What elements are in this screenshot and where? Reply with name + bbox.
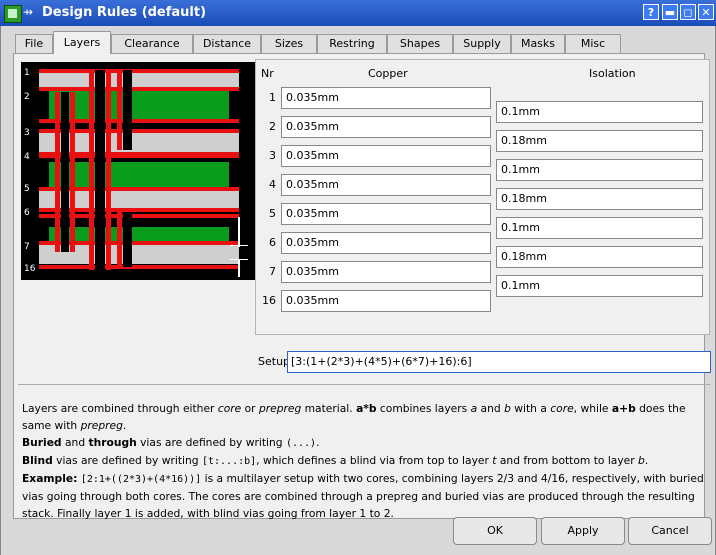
layer-number: 7: [269, 265, 276, 278]
layer-number: 2: [269, 120, 276, 133]
via-hole: [123, 70, 132, 150]
copper-thickness-input[interactable]: 0.035mm: [281, 116, 491, 138]
stack-layer-bar: [39, 245, 239, 264]
layers-panel: 1 2 3 4 5 6 7 16 Nr Copper Isolation 1 0.035mm 2 0…: [13, 53, 711, 520]
nr-header: Nr: [261, 67, 274, 80]
layer-label: 4: [24, 152, 30, 162]
via-hole: [95, 70, 105, 270]
desc-paragraph-1: Layers are combined through either core …: [22, 402, 686, 432]
layer-label: 2: [24, 92, 30, 102]
help-button[interactable]: ?: [643, 4, 659, 20]
copper-line: [39, 265, 239, 269]
layer-number: 5: [269, 207, 276, 220]
desc-paragraph-4: Example: [2:1+((2*3)+(4*16))] is a multi…: [22, 472, 704, 520]
tab-layers[interactable]: Layers: [53, 31, 111, 54]
layer-label: 3: [24, 128, 30, 138]
tab-shapes[interactable]: Shapes: [387, 34, 453, 53]
copper-thickness-input[interactable]: 0.035mm: [281, 290, 491, 312]
tab-supply[interactable]: Supply: [453, 34, 511, 53]
copper-line: [39, 69, 239, 73]
apply-button[interactable]: Apply: [541, 517, 625, 545]
copper-line: [39, 214, 239, 218]
copper-line: [39, 129, 239, 133]
desc-paragraph-3: Blind vias are defined by writing [t:...…: [22, 454, 649, 467]
layer-number: 16: [262, 294, 276, 307]
layer-number: 6: [269, 236, 276, 249]
core-block: [49, 89, 229, 122]
layer-label: 16: [24, 264, 36, 274]
separator: [18, 384, 710, 385]
tab-masks[interactable]: Masks: [511, 34, 565, 53]
maximize-button[interactable]: ◻: [680, 4, 696, 20]
cancel-button[interactable]: Cancel: [628, 517, 712, 545]
desc-paragraph-2: Buried and through vias are defined by w…: [22, 436, 320, 449]
copper-header: Copper: [368, 67, 408, 80]
via-wall: [89, 70, 94, 270]
minimize-button[interactable]: ▬: [662, 4, 678, 20]
copper-line: [39, 154, 239, 158]
tab-sizes[interactable]: Sizes: [261, 34, 317, 53]
via-wall: [106, 70, 111, 270]
close-button[interactable]: ✕: [698, 4, 714, 20]
dimension-line: [238, 217, 240, 247]
copper-thickness-input[interactable]: 0.035mm: [281, 145, 491, 167]
dimension-line: [230, 245, 248, 246]
copper-line: [39, 187, 239, 191]
title-bar[interactable]: ⇸ Design Rules (default) ? ▬ ◻ ✕: [0, 0, 716, 26]
description-text: Layers are combined through either core …: [22, 400, 712, 522]
app-icon: [4, 5, 22, 23]
dimension-line: [230, 259, 248, 260]
via-hole: [61, 92, 69, 252]
layer-label: 5: [24, 184, 30, 194]
isolation-thickness-input[interactable]: 0.1mm: [496, 101, 703, 123]
tab-restring[interactable]: Restring: [317, 34, 387, 53]
isolation-thickness-input[interactable]: 0.18mm: [496, 246, 703, 268]
setup-label: Setup: [258, 355, 291, 368]
layer-number: 1: [269, 91, 276, 104]
copper-thickness-input[interactable]: 0.035mm: [281, 261, 491, 283]
copper-line: [39, 241, 239, 245]
via-wall: [117, 212, 122, 267]
layer-stack-preview: 1 2 3 4 5 6 7 16: [21, 62, 256, 280]
setup-input[interactable]: [3:(1+(2*3)+(4*5)+(6*7)+16):6]: [287, 351, 711, 373]
ok-button[interactable]: OK: [453, 517, 537, 545]
isolation-thickness-input[interactable]: 0.1mm: [496, 217, 703, 239]
copper-thickness-input[interactable]: 0.035mm: [281, 87, 491, 109]
copper-line: [39, 87, 239, 91]
tab-misc[interactable]: Misc: [565, 34, 621, 53]
tab-distance[interactable]: Distance: [193, 34, 261, 53]
via-wall: [70, 92, 75, 252]
layer-label: 1: [24, 68, 30, 78]
copper-line: [39, 208, 239, 212]
stack-layer-bar: [39, 133, 239, 153]
copper-thickness-input[interactable]: 0.035mm: [281, 174, 491, 196]
via-wall: [55, 92, 60, 252]
isolation-thickness-input[interactable]: 0.1mm: [496, 159, 703, 181]
copper-thickness-input[interactable]: 0.035mm: [281, 203, 491, 225]
layer-number: 3: [269, 149, 276, 162]
dimension-line: [238, 259, 240, 277]
pin-icon[interactable]: ⇸: [23, 5, 33, 19]
isolation-thickness-input[interactable]: 0.18mm: [496, 188, 703, 210]
copper-thickness-input[interactable]: 0.035mm: [281, 232, 491, 254]
layer-grid: Nr Copper Isolation 1 0.035mm 2 0.035mm 3 0.0…: [255, 59, 710, 335]
tab-file[interactable]: File: [15, 34, 53, 53]
isolation-thickness-input[interactable]: 0.18mm: [496, 130, 703, 152]
layer-label: 6: [24, 208, 30, 218]
dialog-body: File Layers Clearance Distance Sizes Restring…: [0, 26, 716, 555]
via-hole: [123, 212, 132, 267]
stack-layer-bar: [39, 190, 239, 209]
isolation-header: Isolation: [589, 67, 636, 80]
copper-line: [39, 119, 239, 123]
via-wall: [117, 70, 122, 150]
window-title: Design Rules (default): [42, 5, 207, 20]
layer-number: 4: [269, 178, 276, 191]
isolation-thickness-input[interactable]: 0.1mm: [496, 275, 703, 297]
layer-label: 7: [24, 242, 30, 252]
tab-clearance[interactable]: Clearance: [111, 34, 193, 53]
